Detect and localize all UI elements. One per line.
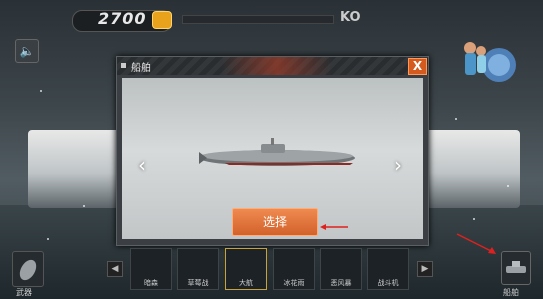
ship-select-dialog: 船舶 X ‹ › 选择 [116, 56, 429, 246]
ship-slot[interactable]: 草莓战 [177, 248, 219, 290]
dialog-title: 船舶 [131, 63, 151, 74]
ship-slot-label: 冰花雨 [283, 279, 305, 287]
bomb-icon [19, 259, 37, 281]
snowflake [455, 118, 457, 120]
snowflake [47, 238, 49, 240]
ship-slot-label: 大航 [239, 279, 253, 287]
weapon-label: 武器 [16, 288, 32, 297]
ship-slot[interactable]: 暗森 [130, 248, 172, 290]
ship-slot-label: 战斗机 [377, 279, 399, 287]
ship-icon [506, 261, 526, 273]
ko-label: KO [340, 10, 361, 25]
ko-progress-bar [182, 15, 334, 24]
ship-slot-label: 恶风暴 [330, 279, 352, 287]
cruise-ship-left [28, 130, 128, 208]
snowflake [507, 185, 509, 187]
red-pointer-arrow [456, 233, 496, 254]
character-avatar[interactable] [455, 37, 517, 85]
close-icon: X [412, 59, 423, 73]
submarine-model [199, 138, 355, 166]
select-button[interactable]: 选择 [232, 208, 318, 236]
ship-button[interactable] [501, 251, 531, 285]
ship-slot[interactable]: 冰花雨 [273, 248, 315, 290]
weapon-button[interactable] [12, 251, 44, 287]
red-pointer-arrow [320, 224, 348, 230]
dialog-header: 船舶 X [117, 57, 428, 75]
snowflake [473, 218, 475, 220]
ship-preview-panel: ‹ › 选择 [122, 78, 423, 239]
ship-label: 船舶 [503, 288, 519, 297]
slots-scroll-left[interactable]: ◀ [107, 261, 123, 277]
speaker-icon: 🔈 [19, 44, 35, 58]
header-bullet [121, 63, 126, 68]
close-button[interactable]: X [408, 58, 427, 75]
prev-ship-arrow[interactable]: ‹ [138, 153, 146, 177]
snowflake [40, 90, 42, 92]
next-ship-arrow[interactable]: › [394, 153, 402, 177]
slots-scroll-right[interactable]: ▶ [417, 261, 433, 277]
ship-slot-label: 草莓战 [187, 279, 209, 287]
coin-amount: 2700 [98, 9, 147, 28]
sound-button[interactable]: 🔈 [15, 39, 39, 63]
snowflake [83, 205, 85, 207]
header-accent [222, 57, 332, 75]
coin-icon [152, 11, 172, 29]
ship-slot-selected[interactable]: 大航 [225, 248, 267, 290]
ship-slot[interactable]: 战斗机 [367, 248, 409, 290]
cruise-ship-right [420, 130, 520, 208]
ship-slot[interactable]: 恶风暴 [320, 248, 362, 290]
ship-slot-label: 暗森 [144, 279, 158, 287]
